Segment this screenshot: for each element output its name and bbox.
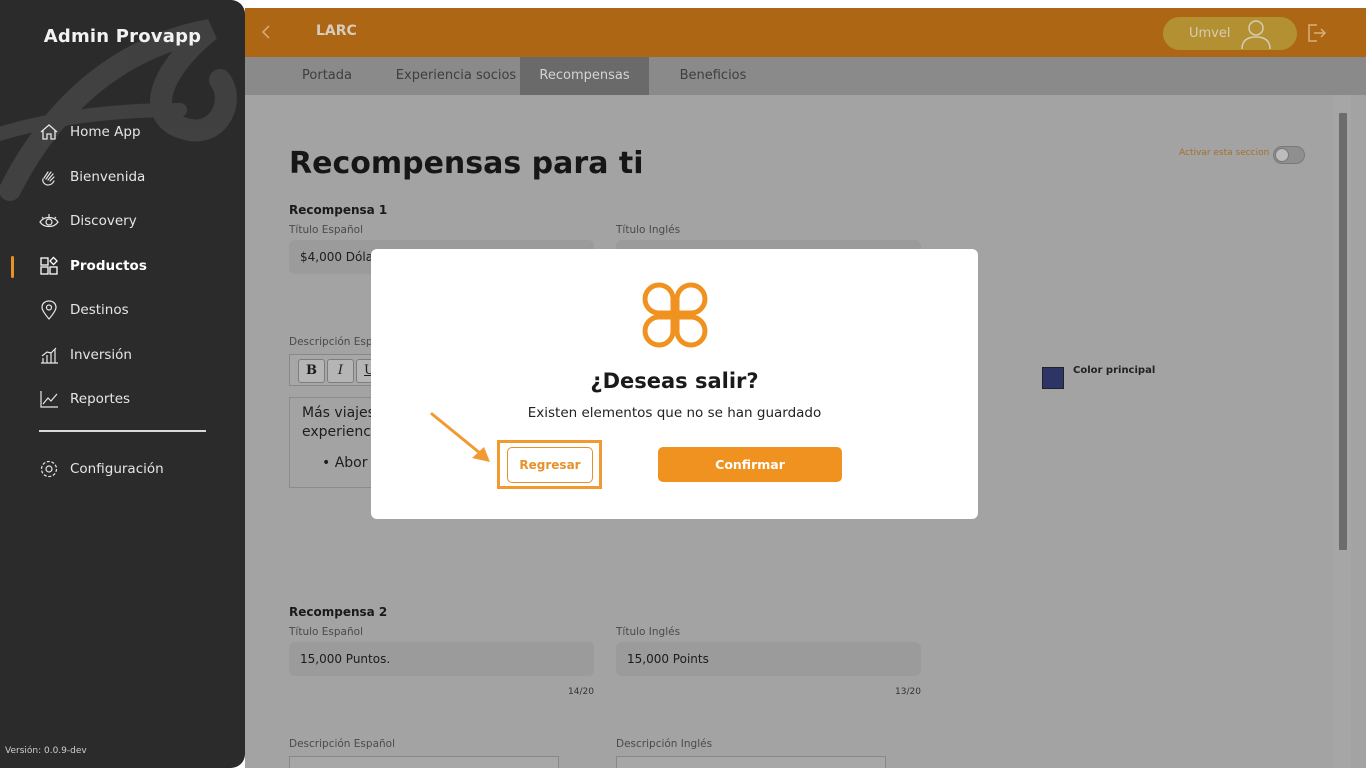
sidebar-nav: Home App Bienvenida Discovery Productos	[0, 110, 245, 422]
sidebar-item-label: Destinos	[70, 302, 129, 319]
gear-icon	[38, 458, 60, 480]
user-avatar-icon	[1239, 18, 1273, 50]
sidebar-item-home-app[interactable]: Home App	[0, 110, 245, 155]
sidebar-item-inversion[interactable]: Inversión	[0, 333, 245, 378]
bar-chart-icon	[38, 344, 60, 366]
page-context-title: LARC	[316, 23, 357, 39]
clover-logo-icon	[642, 282, 708, 348]
sidebar-config: Configuración	[0, 447, 245, 492]
sidebar-item-label: Home App	[70, 124, 141, 141]
sidebar-item-label: Configuración	[70, 461, 164, 478]
home-icon	[38, 121, 60, 143]
tab-bar: Portada Experiencia socios Recompensas B…	[245, 57, 1366, 95]
pointer-arrow-icon	[430, 412, 490, 462]
sidebar-item-reportes[interactable]: Reportes	[0, 377, 245, 422]
reward2-title-en-counter: 13/20	[895, 687, 921, 697]
reward2-desc-en-toolbar	[616, 756, 886, 768]
tab-portada[interactable]: Portada	[289, 57, 365, 95]
exit-confirm-dialog: ¿Deseas salir? Existen elementos que no …	[371, 249, 978, 519]
sidebar-item-discovery[interactable]: Discovery	[0, 199, 245, 244]
sidebar-item-label: Productos	[70, 257, 147, 274]
user-name: Umvel	[1189, 26, 1231, 41]
page-title: Recompensas para ti	[289, 146, 644, 181]
reward1-heading: Recompensa 1	[289, 203, 388, 217]
user-menu[interactable]: Umvel	[1163, 17, 1297, 50]
reward2-desc-en-label: Descripción Inglés	[616, 738, 713, 750]
sidebar-item-bienvenida[interactable]: Bienvenida	[0, 155, 245, 200]
reward2-title-en-label: Título Inglés	[616, 626, 681, 638]
sidebar-item-label: Discovery	[70, 213, 137, 230]
reward2-title-es-label: Título Español	[289, 626, 363, 638]
eye-icon	[38, 210, 60, 232]
section-toggle[interactable]	[1273, 146, 1305, 164]
logout-icon[interactable]	[1305, 22, 1327, 44]
app-root: Admin Provapp Home App Bienvenida Discov…	[0, 0, 1366, 768]
italic-button[interactable]: I	[327, 359, 354, 383]
line-chart-icon	[38, 388, 60, 410]
reward2-title-es-counter: 14/20	[568, 687, 594, 697]
color-swatch[interactable]	[1042, 367, 1064, 389]
toggle-knob	[1275, 148, 1289, 162]
sidebar-item-label: Inversión	[70, 346, 132, 363]
confirmar-button[interactable]: Confirmar	[658, 447, 842, 482]
location-pin-icon	[38, 299, 60, 321]
bold-button[interactable]: B	[298, 359, 325, 383]
top-bar: LARC Umvel	[245, 8, 1366, 57]
tab-beneficios[interactable]: Beneficios	[670, 57, 756, 95]
reward2-title-es-input[interactable]: 15,000 Puntos.	[289, 642, 594, 676]
regresar-button[interactable]: Regresar	[507, 447, 593, 483]
sidebar-divider	[39, 430, 206, 432]
grid-icon	[38, 255, 60, 277]
version-label: Versión: 0.0.9-dev	[5, 746, 87, 756]
color-label: Color principal	[1073, 365, 1156, 376]
sidebar-item-configuracion[interactable]: Configuración	[0, 447, 245, 492]
sidebar-item-label: Bienvenida	[70, 168, 146, 185]
tab-experiencia-socios[interactable]: Experiencia socios	[393, 57, 519, 95]
tab-recompensas[interactable]: Recompensas	[520, 57, 649, 95]
reward1-desc-es-label: Descripción Espa	[289, 336, 379, 348]
page-scrollbar[interactable]	[1334, 95, 1351, 768]
reward1-title-es-label: Título Español	[289, 224, 363, 236]
reward2-heading: Recompensa 2	[289, 605, 388, 619]
sidebar: Admin Provapp Home App Bienvenida Discov…	[0, 0, 245, 768]
brand-title: Admin Provapp	[43, 26, 202, 47]
reward2-title-en-input[interactable]: 15,000 Points	[616, 642, 921, 676]
sidebar-item-label: Reportes	[70, 391, 131, 408]
waving-hand-icon	[38, 166, 60, 188]
reward2-desc-es-toolbar	[289, 756, 559, 768]
back-chevron-icon[interactable]	[257, 22, 277, 42]
toggle-label: Activar esta seccion	[1179, 148, 1270, 158]
reward1-title-en-label: Título Inglés	[616, 224, 681, 236]
sidebar-item-destinos[interactable]: Destinos	[0, 288, 245, 333]
reward2-desc-es-label: Descripción Español	[289, 738, 395, 750]
dialog-title: ¿Deseas salir?	[590, 369, 759, 393]
scrollbar-thumb[interactable]	[1339, 113, 1347, 550]
sidebar-item-productos[interactable]: Productos	[0, 244, 245, 289]
